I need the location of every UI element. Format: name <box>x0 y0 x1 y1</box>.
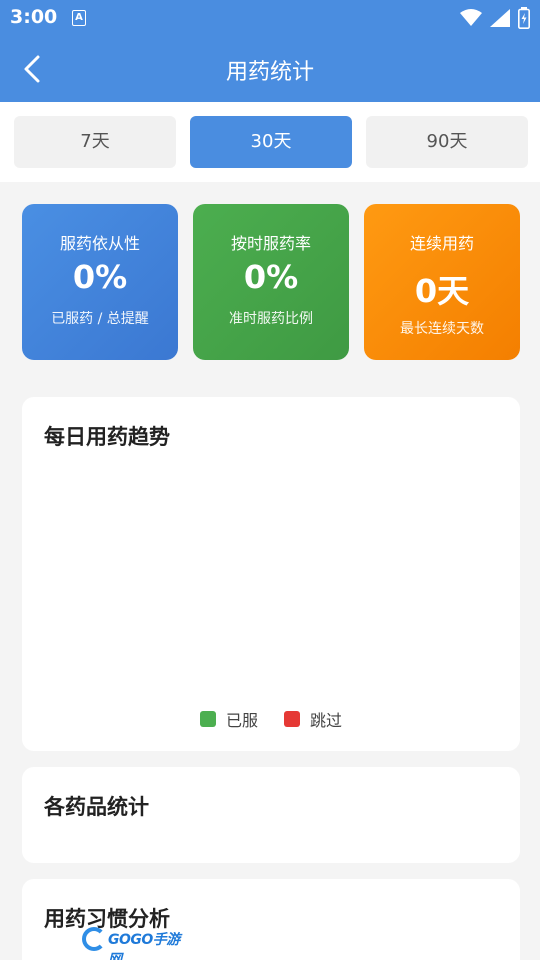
compliance-card: 服药依从性 0% 已服药 / 总提醒 <box>22 204 178 360</box>
on-time-rate-value: 0% <box>243 258 299 296</box>
drug-stats-panel: 各药品统计 <box>22 767 520 863</box>
streak-value: 0天 <box>414 272 470 310</box>
on-time-rate-label: 按时服药率 <box>230 234 311 253</box>
watermark-icon <box>82 927 106 951</box>
tab-7-days[interactable]: 7天 <box>14 116 176 168</box>
status-time: 3:00 <box>10 6 58 28</box>
notification-a-icon: A <box>72 10 86 26</box>
compliance-value: 0% <box>72 258 128 296</box>
compliance-label: 服药依从性 <box>59 234 140 253</box>
legend-skipped-label: 跳过 <box>310 711 343 730</box>
tab-30-days[interactable]: 30天 <box>190 116 352 168</box>
period-tabs: 7天 30天 90天 <box>0 102 540 182</box>
streak-label: 连续用药 <box>409 234 474 253</box>
watermark-text: GOGO手游网 <box>108 932 180 960</box>
legend-taken-swatch <box>199 711 216 727</box>
on-time-rate-sub: 准时服药比例 <box>229 311 313 327</box>
signal-icon <box>490 9 510 27</box>
legend-taken: 已服 <box>199 707 258 731</box>
battery-icon <box>518 7 530 29</box>
app-bar: 用药统计 <box>0 36 540 102</box>
streak-sub: 最长连续天数 <box>400 321 484 337</box>
legend-taken-label: 已服 <box>225 711 258 730</box>
legend-skipped-swatch <box>284 711 300 727</box>
daily-trend-title: 每日用药趋势 <box>44 425 170 449</box>
system-icons <box>460 7 530 29</box>
status-bar: 3:00 A <box>0 0 540 36</box>
compliance-sub: 已服药 / 总提醒 <box>51 311 149 327</box>
legend-skipped: 跳过 <box>284 707 342 731</box>
watermark-logo: GOGO手游网 <box>82 926 192 960</box>
tab-90-days[interactable]: 90天 <box>366 116 528 168</box>
trend-legend: 已服 跳过 <box>22 707 520 731</box>
on-time-rate-card: 按时服药率 0% 准时服药比例 <box>193 204 349 360</box>
drug-stats-title: 各药品统计 <box>44 795 149 819</box>
daily-trend-panel: 每日用药趋势 已服 跳过 <box>22 397 520 751</box>
streak-card: 连续用药 0天 最长连续天数 <box>364 204 520 360</box>
page-title: 用药统计 <box>225 60 314 85</box>
wifi-icon <box>460 9 482 26</box>
